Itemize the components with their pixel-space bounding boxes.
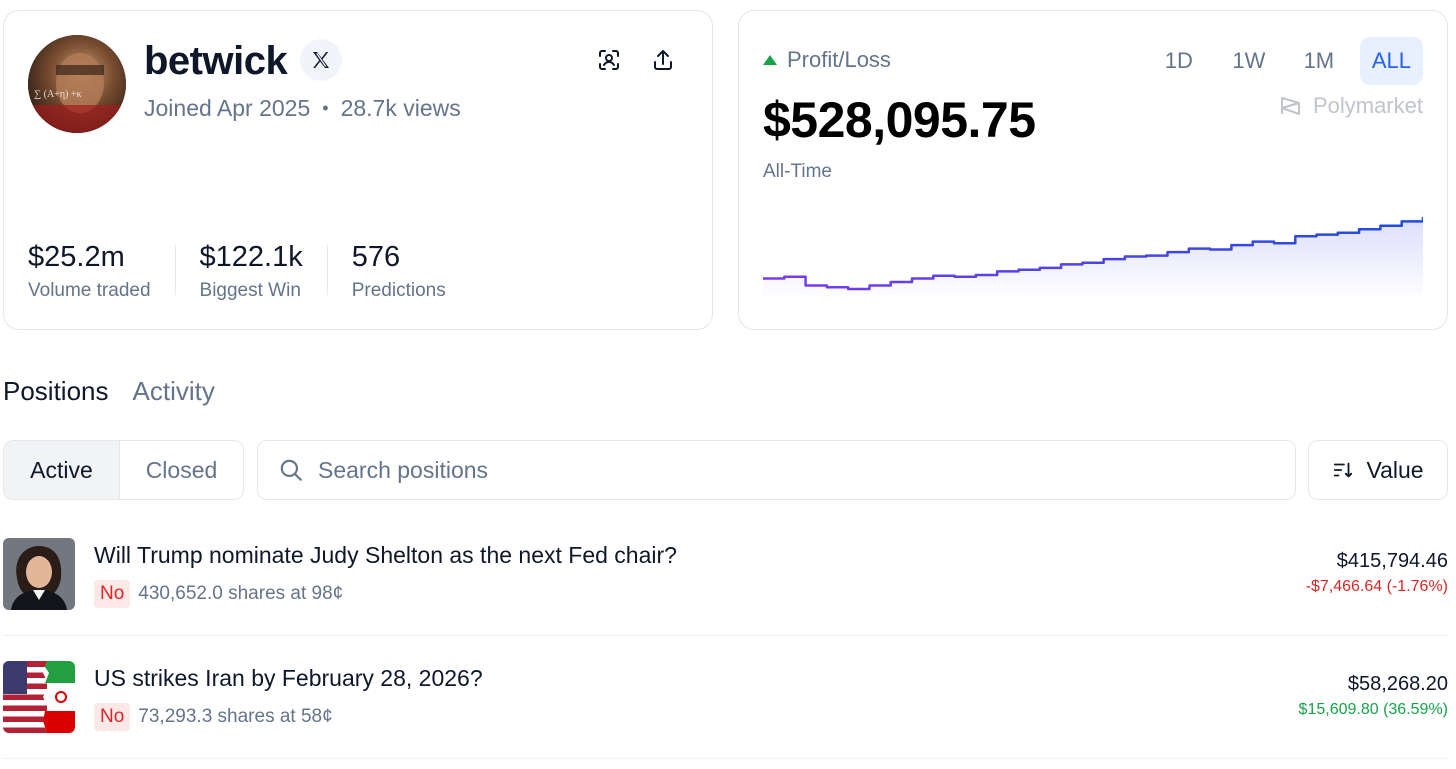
position-change: -$7,466.64 (-1.76%)	[1305, 578, 1448, 595]
brand-watermark: Polymarket	[1279, 93, 1423, 119]
position-value: $415,794.46	[1336, 550, 1448, 572]
stat-value: $122.1k	[199, 241, 303, 273]
profile-stats: $25.2m Volume traded $122.1k Biggest Win…	[28, 241, 446, 302]
profile-card: ∑ (A+η) +κ betwick Joined Apr 2025 • 28.…	[3, 10, 713, 330]
stat-value: 576	[351, 241, 401, 273]
triangle-up-icon	[763, 55, 777, 65]
range-1d-button[interactable]: 1D	[1150, 37, 1208, 85]
avatar-image-icon: ∑ (A+η) +κ	[28, 35, 126, 133]
username: betwick	[144, 39, 288, 83]
shares-info: 73,293.3 shares at 58¢	[138, 706, 333, 727]
market-thumbnail	[3, 538, 75, 610]
polymarket-logo-icon	[1280, 97, 1300, 115]
filter-closed-button[interactable]: Closed	[120, 441, 243, 499]
market-title[interactable]: US strikes Iran by February 28, 2026?	[94, 665, 483, 692]
pnl-header: Profit/Loss	[763, 47, 891, 73]
view-count: 28.7k views	[340, 95, 461, 121]
sort-icon	[1334, 462, 1353, 478]
range-1w-button[interactable]: 1W	[1220, 37, 1278, 85]
tab-positions[interactable]: Positions	[3, 376, 109, 407]
stat-label: Biggest Win	[199, 280, 301, 301]
tab-activity[interactable]: Activity	[133, 376, 215, 407]
brand-name: Polymarket	[1312, 93, 1423, 118]
market-thumbnail	[3, 661, 75, 733]
status-filter: Active Closed	[3, 440, 244, 500]
range-all-button[interactable]: ALL	[1359, 37, 1423, 85]
sort-label: Value	[1366, 456, 1424, 483]
stat-label: Volume traded	[28, 280, 151, 301]
portrait-image-icon	[3, 538, 75, 610]
position-details: No 430,652.0 shares at 98¢	[94, 580, 343, 608]
filter-active-button[interactable]: Active	[4, 441, 120, 499]
position-value: $58,268.20	[1347, 673, 1448, 695]
profile-meta: Joined Apr 2025 • 28.7k views	[144, 95, 461, 122]
position-row[interactable]: Will Trump nominate Judy Shelton as the …	[3, 538, 1448, 638]
face-scan-icon	[599, 50, 619, 70]
upload-share-icon	[654, 50, 672, 70]
stat-volume: $25.2m Volume traded	[28, 241, 151, 302]
us-iran-flags-icon	[3, 661, 75, 733]
pnl-card: Profit/Loss $528,095.75 All-Time 1D 1W 1…	[738, 10, 1448, 330]
joined-date: Joined Apr 2025	[144, 95, 311, 121]
sort-button[interactable]: Value	[1308, 440, 1448, 500]
position-details: No 73,293.3 shares at 58¢	[94, 703, 333, 731]
separator-dot: •	[322, 98, 329, 118]
search-box	[257, 440, 1296, 500]
scan-profile-button[interactable]	[592, 43, 626, 77]
pnl-period: All-Time	[763, 161, 832, 182]
avatar[interactable]: ∑ (A+η) +κ	[28, 35, 126, 133]
stat-biggest-win: $122.1k Biggest Win	[200, 241, 303, 302]
stat-divider	[326, 245, 328, 295]
pnl-chart	[763, 217, 1423, 301]
outcome-badge: No	[94, 703, 131, 731]
search-icon	[280, 459, 302, 481]
stat-predictions: 576 Predictions	[352, 241, 446, 302]
stat-value: $25.2m	[28, 241, 125, 273]
search-input[interactable]	[318, 456, 1218, 484]
pnl-value: $528,095.75	[763, 92, 1036, 148]
range-selector: 1D 1W 1M ALL	[1150, 37, 1423, 85]
row-divider	[3, 635, 1448, 636]
share-button[interactable]	[646, 43, 680, 77]
stat-divider	[174, 245, 176, 295]
stat-label: Predictions	[351, 280, 446, 301]
svg-text:∑ (A+η) +κ: ∑ (A+η) +κ	[34, 89, 82, 100]
range-1m-button[interactable]: 1M	[1290, 37, 1348, 85]
market-title[interactable]: Will Trump nominate Judy Shelton as the …	[94, 542, 677, 569]
row-divider	[3, 758, 1448, 759]
section-tabs: Positions Activity	[3, 376, 215, 407]
pnl-label: Profit/Loss	[787, 47, 891, 72]
x-profile-link[interactable]	[300, 39, 342, 81]
outcome-badge: No	[94, 580, 131, 608]
position-row[interactable]: US strikes Iran by February 28, 2026? No…	[3, 661, 1448, 761]
shares-info: 430,652.0 shares at 98¢	[138, 583, 344, 604]
x-logo-icon	[313, 52, 329, 68]
position-change: $15,609.80 (36.59%)	[1298, 701, 1448, 718]
